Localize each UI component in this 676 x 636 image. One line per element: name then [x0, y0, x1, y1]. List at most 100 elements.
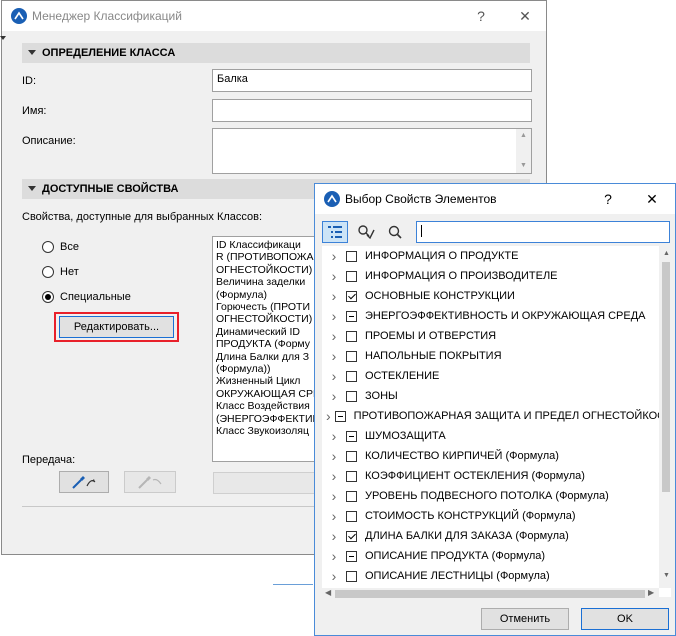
title-bar[interactable]: Менеджер Классификаций ? ✕ [2, 1, 546, 31]
help-button[interactable]: ? [597, 188, 619, 210]
tree-item-checkbox[interactable] [346, 470, 357, 482]
tree-panel[interactable]: › ИНФОРМАЦИЯ О ПРОДУКТЕ › ИНФОРМАЦИЯ О ПРОИ… [322, 246, 671, 597]
tree-item[interactable]: › ИНФОРМАЦИЯ О ПРОИЗВОДИТЕЛЕ [322, 266, 662, 286]
tree-item-checkbox[interactable] [334, 410, 346, 422]
tree-item[interactable]: › ИНФОРМАЦИЯ О ПРОДУКТЕ [322, 246, 662, 266]
tree-item-label: ОПИСАНИЕ ЛЕСТНИЦЫ (Формула) [365, 570, 550, 582]
tree-item[interactable]: › ШУМОЗАЩИТА [322, 426, 662, 446]
properties-list[interactable]: ID Классификаци R (ПРОТИВОПОЖА ОГНЕСТОЙКОС… [212, 236, 322, 462]
hscroll-thumb[interactable] [335, 590, 645, 598]
description-field[interactable] [212, 128, 532, 174]
expand-chevron-icon[interactable]: › [326, 466, 342, 486]
expand-chevron-icon[interactable]: › [326, 366, 342, 386]
tree-hscrollbar[interactable]: ◀ ▶ [322, 588, 659, 600]
transfer-out-button[interactable] [124, 471, 176, 493]
search-filter-button[interactable] [353, 221, 379, 243]
expand-chevron-icon[interactable]: › [326, 386, 342, 406]
vscroll-thumb[interactable] [662, 262, 670, 492]
tree-item[interactable]: › ОСНОВНЫЕ КОНСТРУКЦИИ [322, 286, 662, 306]
title-bar[interactable]: Выбор Свойств Элементов ? ✕ [315, 184, 675, 214]
expand-chevron-icon[interactable]: › [326, 426, 342, 446]
description-scrollbar[interactable]: ▲ ▼ [516, 129, 531, 173]
expand-chevron-icon[interactable]: › [326, 566, 342, 586]
tree-item-checkbox[interactable] [346, 490, 357, 502]
tree-item-checkbox[interactable] [346, 370, 357, 382]
tree-item-checkbox[interactable] [346, 390, 357, 402]
tree-item[interactable]: › ЗОНЫ [322, 386, 662, 406]
tree-vscrollbar[interactable]: ▲ ▼ [659, 246, 674, 588]
tree-item[interactable]: › ОСТЕКЛЕНИЕ [322, 366, 662, 386]
expand-chevron-icon[interactable]: › [326, 486, 342, 506]
radio-all-label: Все [60, 241, 79, 253]
tree-item[interactable]: › НАПОЛЬНЫЕ ПОКРЫТИЯ [322, 346, 662, 366]
tree-item-checkbox[interactable] [346, 350, 357, 362]
tree-item-label: СТОИМОСТЬ КОНСТРУКЦИЙ (Формула) [365, 510, 576, 522]
radio-none[interactable] [42, 266, 54, 278]
blank-button[interactable] [213, 472, 323, 494]
text-cursor [421, 225, 422, 238]
archicad-app-icon [324, 191, 340, 207]
search-button[interactable] [383, 221, 407, 243]
expand-chevron-icon[interactable]: › [326, 546, 342, 566]
transfer-in-button[interactable] [59, 471, 109, 493]
expand-chevron-icon[interactable]: › [326, 346, 342, 366]
id-label: ID: [22, 75, 37, 87]
property-row: Класс Звукоизоляц [216, 425, 309, 438]
expand-chevron-icon[interactable]: › [326, 266, 342, 286]
tree-item-checkbox[interactable] [346, 330, 357, 342]
ok-button[interactable]: OK [581, 608, 669, 630]
expand-chevron-icon[interactable]: › [326, 326, 342, 346]
expand-chevron-icon[interactable]: › [326, 246, 342, 266]
tree-item[interactable]: › ДЛИНА БАЛКИ ДЛЯ ЗАКАЗА (Формула) [322, 526, 662, 546]
tree-item[interactable]: › ОПИСАНИЕ ЛЕСТНИЦЫ (Формула) [322, 566, 662, 586]
tree-item-checkbox[interactable] [346, 270, 357, 282]
expand-chevron-icon[interactable]: › [326, 406, 331, 426]
help-button[interactable]: ? [470, 5, 492, 27]
property-row: Класс Воздействия [216, 400, 310, 413]
window-resize-arrow [0, 36, 6, 40]
tree-item-checkbox[interactable] [346, 550, 357, 562]
tree-item[interactable]: › УРОВЕНЬ ПОДВЕСНОГО ПОТОЛКА (Формула) [322, 486, 662, 506]
tree-item[interactable]: › ПРОТИВОПОЖАРНАЯ ЗАЩИТА И ПРЕДЕЛ ОГНЕСТО… [322, 406, 671, 426]
section-title: ДОСТУПНЫЕ СВОЙСТВА [42, 183, 179, 195]
radio-special[interactable] [42, 291, 54, 303]
tree-item[interactable]: › ПРОЕМЫ И ОТВЕРСТИЯ [322, 326, 662, 346]
tree-item-checkbox[interactable] [346, 430, 357, 442]
radio-all[interactable] [42, 241, 54, 253]
edit-button[interactable]: Редактировать... [59, 316, 174, 338]
decorative-line [273, 584, 313, 585]
expand-chevron-icon[interactable]: › [326, 526, 342, 546]
id-field[interactable]: Балка [212, 69, 532, 92]
expand-chevron-icon[interactable]: › [326, 286, 342, 306]
tree-item[interactable]: › КОЭФФИЦИЕНТ ОСТЕКЛЕНИЯ (Формула) [322, 466, 662, 486]
expand-chevron-icon[interactable]: › [326, 446, 342, 466]
tree-item-checkbox[interactable] [346, 530, 357, 542]
tree-item-checkbox[interactable] [346, 310, 357, 322]
expand-chevron-icon[interactable]: › [326, 306, 342, 326]
tree-item[interactable]: › ОПИСАНИЕ ПРОДУКТА (Формула) [322, 546, 662, 566]
close-icon[interactable]: ✕ [641, 188, 663, 210]
name-field[interactable] [212, 99, 532, 122]
tree-item[interactable]: › ЭНЕРГОЭФФЕКТИВНОСТЬ И ОКРУЖАЮЩАЯ СРЕДА [322, 306, 662, 326]
tree-item-checkbox[interactable] [346, 510, 357, 522]
tree-item-label: КОЛИЧЕСТВО КИРПИЧЕЙ (Формула) [365, 450, 559, 462]
property-row: Динамический ID [216, 325, 300, 338]
close-icon[interactable]: ✕ [514, 5, 536, 27]
tree-item-label: ПРОЕМЫ И ОТВЕРСТИЯ [365, 330, 497, 342]
tree-item[interactable]: › СТОИМОСТЬ КОНСТРУКЦИЙ (Формула) [322, 506, 662, 526]
expand-chevron-icon[interactable]: › [326, 506, 342, 526]
tree-item-checkbox[interactable] [346, 570, 357, 582]
tree-item-label: ИНФОРМАЦИЯ О ПРОИЗВОДИТЕЛЕ [365, 270, 558, 282]
tree-item-checkbox[interactable] [346, 250, 357, 262]
tree-item[interactable]: › КОЛИЧЕСТВО КИРПИЧЕЙ (Формула) [322, 446, 662, 466]
tree-item-checkbox[interactable] [346, 450, 357, 462]
search-input[interactable] [416, 221, 670, 243]
cancel-button[interactable]: Отменить [481, 608, 569, 630]
window-title: Выбор Свойств Элементов [345, 192, 497, 206]
class-definition-header[interactable]: ОПРЕДЕЛЕНИЕ КЛАССА [22, 43, 530, 63]
collapse-triangle-icon [28, 50, 36, 55]
property-row: R (ПРОТИВОПОЖА [216, 251, 314, 264]
tree-view-button[interactable] [322, 221, 348, 243]
tree-item-checkbox[interactable] [346, 290, 357, 302]
tree-item-label: КОЭФФИЦИЕНТ ОСТЕКЛЕНИЯ (Формула) [365, 470, 585, 482]
